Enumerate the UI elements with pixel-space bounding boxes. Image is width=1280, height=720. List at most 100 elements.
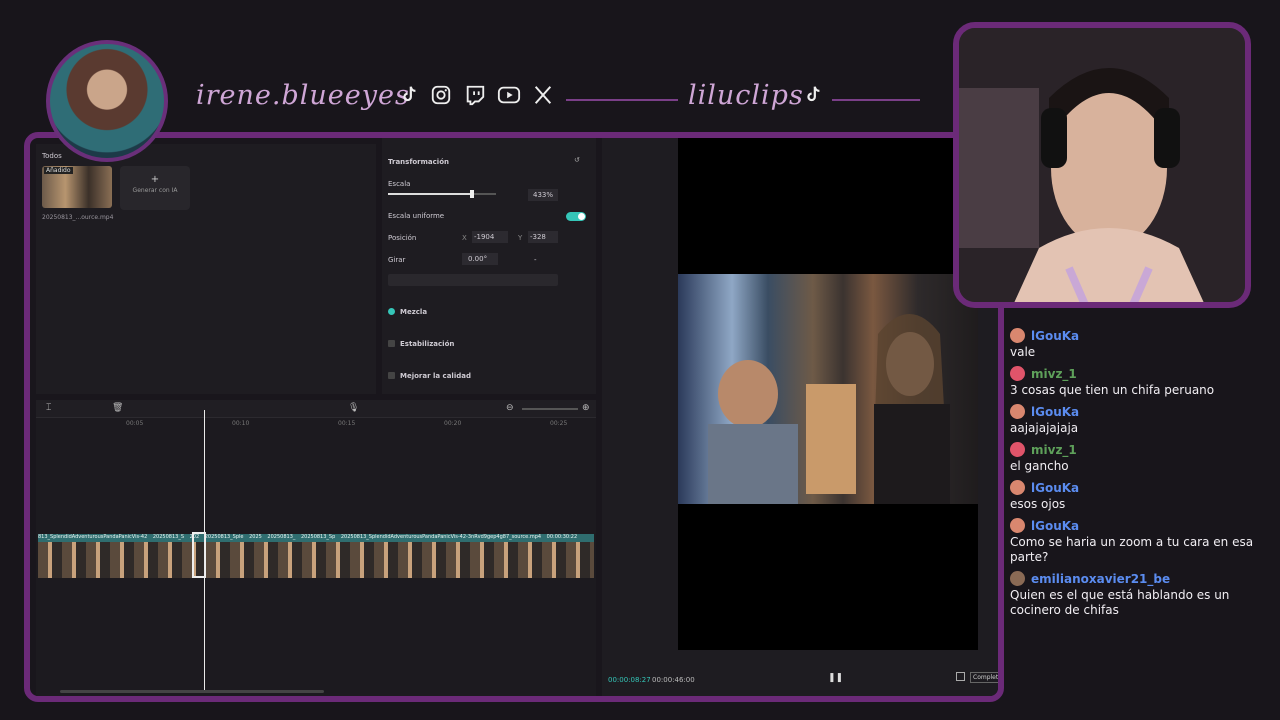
chat-message: lGouKa vale: [1010, 328, 1270, 360]
instagram-icon: [428, 84, 454, 110]
pause-button[interactable]: ❚❚: [828, 673, 843, 683]
username-text: lGouKa: [1031, 404, 1080, 419]
zoom-in-icon[interactable]: ⊕: [582, 403, 590, 413]
youtube-icon: [496, 84, 522, 110]
rotate-label: Girar: [388, 256, 406, 264]
tiktok-icon: [800, 84, 826, 110]
blend-label[interactable]: Mezcla: [400, 308, 427, 316]
current-time: 00:00:08:27: [608, 676, 651, 684]
user-badge-icon: [1010, 328, 1025, 343]
user-badge-icon: [1010, 480, 1025, 495]
chat-username[interactable]: lGouKa: [1010, 404, 1270, 419]
ruler-tick: 00:05: [126, 420, 144, 427]
chat-list: lGouKa vale mivz_1 3 cosas que tien un chif…: [1010, 328, 1270, 618]
scale-input[interactable]: 433%: [528, 189, 558, 201]
scale-slider-knob[interactable]: [470, 190, 475, 198]
scale-slider-fill: [388, 193, 473, 195]
stabilize-checkbox[interactable]: [388, 340, 395, 347]
chat-panel: lGouKa vale mivz_1 3 cosas que tien un chif…: [1010, 328, 1270, 624]
chat-username[interactable]: mivz_1: [1010, 366, 1270, 381]
username-text: lGouKa: [1031, 328, 1080, 343]
chat-username[interactable]: lGouKa: [1010, 518, 1270, 533]
divider-line: [832, 99, 920, 101]
chat-username[interactable]: emilianoxavier21_be: [1010, 571, 1270, 586]
streamer-avatar: [46, 40, 168, 162]
chat-message: mivz_1el gancho: [1010, 442, 1270, 474]
timeline-panel: ⌶ 🗑 🎙 ⊖ ⊕ 00:05 00:10 00:15 00:20 00:25 …: [36, 400, 596, 696]
user-badge-icon: [1010, 366, 1025, 381]
divider-line: [566, 99, 678, 101]
clip-label: 00:00:30:22: [546, 534, 578, 540]
ruler-tick: 00:15: [338, 420, 356, 427]
chat-message: mivz_1 3 cosas que tien un chifa peruano: [1010, 366, 1270, 398]
rotate-input[interactable]: 0.00°: [462, 253, 498, 265]
secondary-handle: liluclips: [688, 80, 804, 111]
ruler-tick: 00:10: [232, 420, 250, 427]
horizontal-scrollbar[interactable]: [60, 690, 324, 693]
clip-label: 20250813_: [267, 534, 296, 540]
properties-panel: Transformación ↺ Escala 433% Escala unif…: [382, 138, 596, 394]
ruler-tick: 00:25: [550, 420, 568, 427]
username-text: lGouKa: [1031, 518, 1080, 533]
chat-username[interactable]: lGouKa: [1010, 480, 1270, 495]
clip-label: 20250813_Sp: [300, 534, 336, 540]
timeline-toolbar[interactable]: ⌶ 🗑 🎙 ⊖ ⊕: [36, 400, 596, 418]
chat-username[interactable]: mivz_1: [1010, 442, 1270, 457]
x-icon: [530, 84, 556, 110]
ruler-tick: 00:20: [444, 420, 462, 427]
video-frame: [678, 274, 978, 504]
rotate-dash: -: [534, 256, 537, 264]
clip-label: 20250813_Sple: [204, 534, 244, 540]
zoom-slider[interactable]: [522, 408, 578, 410]
position-y-input[interactable]: -328: [528, 231, 558, 243]
playhead[interactable]: [204, 410, 205, 690]
chat-username[interactable]: lGouKa: [1010, 328, 1270, 343]
uniform-scale-toggle[interactable]: [566, 212, 586, 221]
stabilize-label[interactable]: Estabilización: [400, 340, 454, 348]
twitch-icon: [462, 84, 488, 110]
position-x-input[interactable]: -1904: [472, 231, 508, 243]
clip-labels: 813_SplendidAdventurousPandaPanicVis-42 …: [38, 534, 594, 542]
user-badge-icon: [1010, 442, 1025, 457]
clip-label: 20250813_S: [152, 534, 184, 540]
scale-slider[interactable]: [388, 190, 496, 198]
position-x-label: X: [462, 234, 467, 242]
clip-label: 20250813_SplendidAdventurousPandaPanicVi…: [340, 534, 542, 540]
media-thumbnail[interactable]: Añadido: [42, 166, 112, 208]
enhance-checkbox[interactable]: [388, 372, 395, 379]
delete-icon[interactable]: 🗑: [112, 403, 123, 413]
chat-message: emilianoxavier21_be Quien es el que está …: [1010, 571, 1270, 618]
user-badge-icon: [1010, 518, 1025, 533]
ratio-icon[interactable]: [956, 672, 965, 681]
chat-text: Quien es el que está hablando es un coci…: [1010, 588, 1230, 617]
filter-all[interactable]: Todos: [42, 152, 62, 160]
position-y-label: Y: [518, 234, 523, 242]
split-icon[interactable]: ⌶: [46, 403, 51, 413]
blend-checkbox[interactable]: [388, 308, 395, 315]
complete-button[interactable]: Completa: [970, 672, 998, 683]
clip-label: 2025: [249, 534, 262, 540]
microphone-icon[interactable]: 🎙: [348, 403, 359, 413]
position-label: Posición: [388, 234, 417, 242]
username-text: mivz_1: [1031, 366, 1077, 381]
added-badge: Añadido: [44, 167, 73, 174]
chat-message: lGouKa Como se haria un zoom a tu cara en…: [1010, 518, 1270, 565]
uniform-scale-label: Escala uniforme: [388, 212, 445, 220]
reset-icon[interactable]: ↺: [574, 156, 580, 164]
align-toolbar[interactable]: [388, 274, 558, 286]
chat-message: lGouKa esos ojos: [1010, 480, 1270, 512]
transform-title: Transformación: [388, 158, 449, 166]
chat-text: el gancho: [1010, 459, 1069, 473]
username-text: emilianoxavier21_be: [1031, 571, 1171, 586]
chat-text: aajajajajaja: [1010, 421, 1079, 435]
generate-ai-button[interactable]: + Generar con IA: [120, 166, 190, 210]
media-panel: Todos Añadido 20250813_...ource.mp4 + Ge…: [36, 144, 376, 394]
enhance-label[interactable]: Mejorar la calidad: [400, 372, 471, 380]
generate-ai-label: Generar con IA: [132, 187, 178, 194]
username-text: mivz_1: [1031, 442, 1077, 457]
preview-panel: 00:00:08:27 00:00:46:00 ❚❚ Completa: [602, 138, 998, 696]
zoom-out-icon[interactable]: ⊖: [506, 403, 514, 413]
clip-label: 813_SplendidAdventurousPandaPanicVis-42: [38, 534, 148, 540]
plus-icon: +: [150, 174, 160, 185]
scale-label: Escala: [388, 180, 411, 188]
